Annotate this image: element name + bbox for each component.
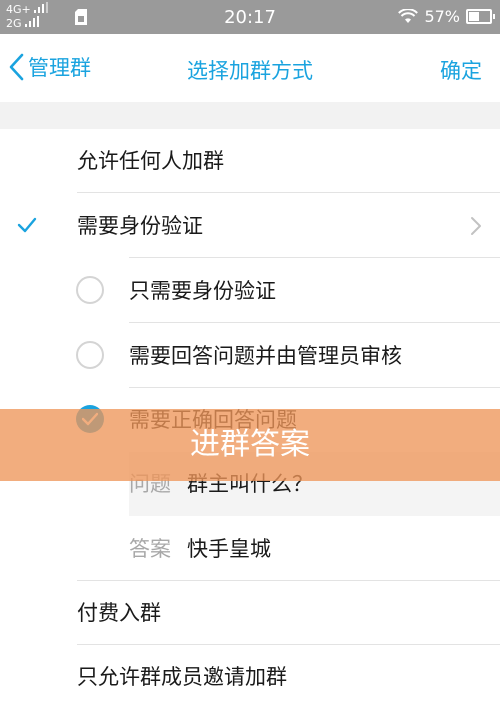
- option-need-verification[interactable]: 需要身份验证: [0, 194, 500, 258]
- back-button[interactable]: 管理群: [8, 52, 91, 82]
- sub-option-answer-admin-review[interactable]: 需要回答问题并由管理员审核: [0, 324, 500, 388]
- option-allow-anyone[interactable]: 允许任何人加群: [0, 129, 500, 193]
- battery-percent: 57%: [424, 7, 460, 26]
- chevron-left-icon: [9, 53, 24, 81]
- radio-button[interactable]: [76, 341, 104, 369]
- answer-key: 答案: [129, 537, 171, 561]
- divider: [129, 322, 500, 323]
- status-right: 57%: [398, 7, 495, 26]
- nav-bar: 管理群 选择加群方式 确定: [0, 34, 500, 102]
- confirm-button[interactable]: 确定: [440, 55, 482, 85]
- divider: [77, 192, 500, 193]
- divider: [129, 257, 500, 258]
- answer-value: 快手皇城: [187, 537, 271, 561]
- option-paid-join[interactable]: 付费入群: [0, 581, 500, 645]
- section-gap: [0, 102, 500, 129]
- battery-icon: [466, 9, 495, 24]
- option-label: 只允许群成员邀请加群: [77, 665, 287, 689]
- option-label: 需要回答问题并由管理员审核: [129, 344, 402, 368]
- option-invite-only[interactable]: 只允许群成员邀请加群: [0, 645, 500, 709]
- option-label: 允许任何人加群: [77, 149, 224, 173]
- overlay-caption-banner: 进群答案: [0, 409, 500, 481]
- wifi-icon: [398, 9, 419, 23]
- overlay-caption: 进群答案: [190, 427, 310, 462]
- option-label: 付费入群: [77, 601, 161, 625]
- option-label: 需要身份验证: [77, 214, 203, 238]
- back-label: 管理群: [28, 56, 91, 80]
- sub-option-only-verification[interactable]: 只需要身份验证: [0, 259, 500, 323]
- chevron-right-icon: [471, 217, 481, 235]
- answer-field[interactable]: 答案 快手皇城: [129, 517, 500, 581]
- checkmark-icon: [17, 217, 37, 233]
- option-label: 只需要身份验证: [129, 279, 276, 303]
- battery-fill: [469, 12, 480, 21]
- status-bar: 4G+ 2G 20:17 57%: [0, 0, 500, 34]
- radio-button[interactable]: [76, 276, 104, 304]
